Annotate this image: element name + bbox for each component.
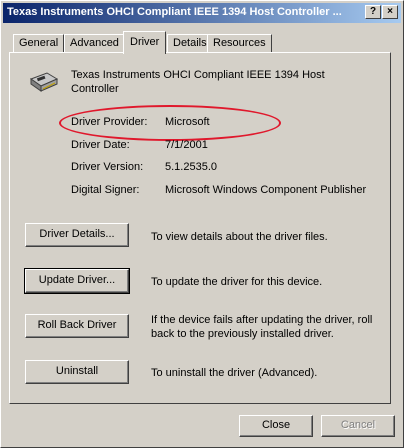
tab-details[interactable]: Details [167, 34, 213, 52]
update-driver-description: To update the driver for this device. [151, 276, 323, 288]
roll-back-driver-button[interactable]: Roll Back Driver [25, 314, 129, 338]
tab-driver[interactable]: Driver [123, 31, 167, 54]
window-title: Texas Instruments OHCI Compliant IEEE 13… [7, 6, 342, 18]
digital-signer-value: Microsoft Windows Component Publisher [165, 184, 367, 196]
driver-date-label: Driver Date: [71, 139, 130, 151]
driver-date-value: 7/1/2001 [165, 139, 208, 151]
device-name: Texas Instruments OHCI Compliant IEEE 13… [71, 69, 325, 95]
highlight-ellipse [59, 105, 281, 141]
tab-advanced[interactable]: Advanced [64, 34, 125, 52]
driver-details-description: To view details about the driver files. [151, 231, 328, 243]
pci-card-icon [29, 72, 59, 92]
help-button[interactable]: ? [365, 5, 381, 19]
tab-resources[interactable]: Resources [207, 34, 272, 52]
roll-back-driver-description: If the device fails after updating the d… [151, 314, 373, 340]
cancel-button[interactable]: Cancel [321, 415, 395, 437]
driver-version-value: 5.1.2535.0 [165, 161, 217, 173]
driver-details-button[interactable]: Driver Details... [25, 223, 129, 247]
close-button[interactable]: Close [239, 415, 313, 437]
title-bar[interactable]: Texas Instruments OHCI Compliant IEEE 13… [3, 3, 401, 23]
uninstall-description: To uninstall the driver (Advanced). [151, 367, 318, 379]
driver-version-label: Driver Version: [71, 161, 144, 173]
close-window-button[interactable]: × [382, 5, 398, 19]
tab-general[interactable]: General [13, 34, 65, 52]
properties-dialog: Texas Instruments OHCI Compliant IEEE 13… [0, 0, 404, 448]
update-driver-button[interactable]: Update Driver... [24, 268, 130, 294]
uninstall-button[interactable]: Uninstall [25, 360, 129, 384]
digital-signer-label: Digital Signer: [71, 184, 140, 196]
